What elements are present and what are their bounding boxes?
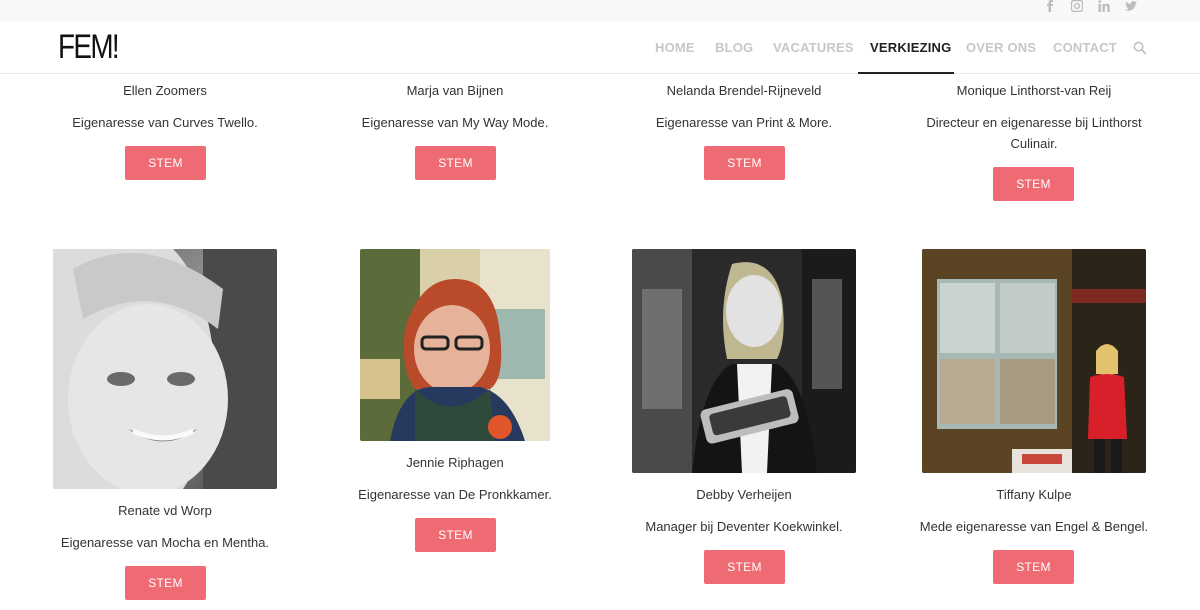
card-description-line1: Directeur en eigenaresse bij Linthorst (926, 115, 1142, 130)
stem-button[interactable]: STEM (125, 146, 206, 180)
card-name: Ellen Zoomers (123, 83, 207, 98)
stem-button[interactable]: STEM (125, 566, 206, 600)
card-name: Nelanda Brendel-Rijneveld (666, 83, 822, 98)
nav-contact[interactable]: CONTACT (1053, 40, 1117, 55)
card-name: Marja van Bijnen (406, 83, 504, 98)
photo-debby (632, 249, 856, 473)
nav-home[interactable]: HOME (655, 40, 695, 55)
stem-button[interactable]: STEM (993, 550, 1074, 584)
stem-button[interactable]: STEM (415, 146, 496, 180)
stem-button[interactable]: STEM (704, 550, 785, 584)
photo-renate (53, 249, 277, 489)
card-description-line2: Culinair. (1010, 136, 1058, 151)
nav-over-ons[interactable]: OVER ONS (966, 40, 1036, 55)
card-description: Eigenaresse van De Pronkkamer. (358, 487, 552, 502)
card-name: Monique Linthorst-van Reij (956, 83, 1112, 98)
nav-verkiezing[interactable]: VERKIEZING (870, 40, 951, 55)
card-description: Eigenaresse van Mocha en Mentha. (60, 535, 270, 550)
card-description: Eigenaresse van Print & More. (655, 115, 833, 130)
search-icon[interactable] (1133, 41, 1147, 55)
card-name: Renate vd Worp (118, 503, 212, 518)
instagram-icon[interactable] (1070, 0, 1084, 14)
social-bar (0, 0, 1200, 22)
twitter-icon[interactable] (1125, 0, 1137, 14)
stem-button[interactable]: STEM (415, 518, 496, 552)
card-description: Eigenaresse van My Way Mode. (361, 115, 549, 130)
site-header: FEM! HOME BLOG VACATURES VERKIEZING OVER… (0, 22, 1200, 74)
facebook-icon[interactable] (1044, 0, 1056, 14)
card-name: Jennie Riphagen (406, 455, 504, 470)
linkedin-icon[interactable] (1098, 0, 1110, 14)
photo-jennie (360, 249, 550, 441)
stem-button[interactable]: STEM (993, 167, 1074, 201)
card-name: Tiffany Kulpe (996, 487, 1072, 502)
card-name: Debby Verheijen (696, 487, 792, 502)
site-logo[interactable]: FEM! (58, 28, 120, 67)
stem-button[interactable]: STEM (704, 146, 785, 180)
nav-vacatures[interactable]: VACATURES (773, 40, 854, 55)
card-description: Mede eigenaresse van Engel & Bengel. (919, 519, 1149, 534)
card-description: Eigenaresse van Curves Twello. (72, 115, 258, 130)
card-description: Manager bij Deventer Koekwinkel. (645, 519, 843, 534)
nav-active-indicator (858, 72, 954, 74)
nav-blog[interactable]: BLOG (715, 40, 753, 55)
photo-tiffany (922, 249, 1146, 473)
